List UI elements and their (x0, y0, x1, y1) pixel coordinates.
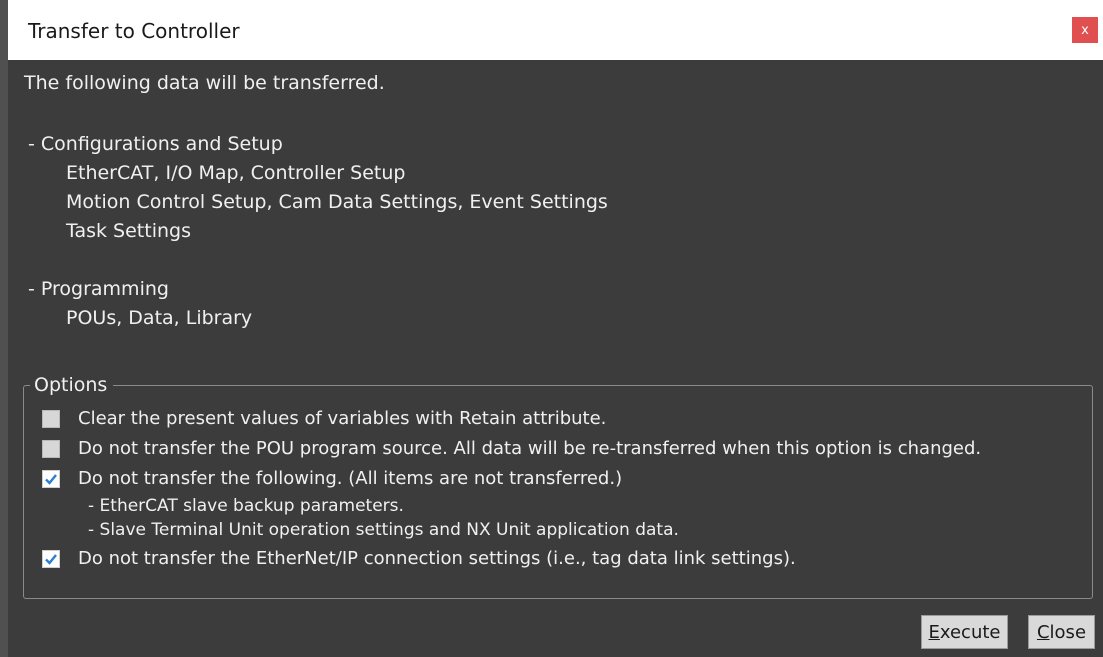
option-no-transfer-following[interactable]: Do not transfer the following. (All item… (42, 468, 622, 489)
option-label: Do not transfer the EtherNet/IP connecti… (78, 548, 796, 569)
checkbox[interactable] (42, 469, 60, 488)
config-item: EtherCAT, I/O Map, Controller Setup (66, 162, 406, 184)
options-group: Options Clear the present values of vari… (23, 374, 1093, 599)
section-heading-programming: - Programming (28, 278, 169, 300)
option-label: Do not transfer the POU program source. … (78, 438, 982, 459)
execute-label: xecute (939, 621, 1001, 643)
window-left-edge (0, 0, 8, 657)
option-no-pou-source[interactable]: Do not transfer the POU program source. … (42, 438, 981, 459)
option-clear-retain[interactable]: Clear the present values of variables wi… (42, 408, 606, 429)
execute-button[interactable]: Execute (921, 615, 1008, 649)
config-item: Task Settings (66, 220, 191, 242)
intro-text: The following data will be transferred. (24, 72, 385, 94)
option-label: Do not transfer the following. (All item… (78, 468, 623, 489)
window-title: Transfer to Controller (28, 19, 240, 43)
option-no-ethernet-ip[interactable]: Do not transfer the EtherNet/IP connecti… (42, 548, 796, 569)
programming-item: POUs, Data, Library (66, 307, 253, 329)
transfer-data-list: - Configurations and Setup EtherCAT, I/O… (28, 130, 608, 333)
option-subitem: - EtherCAT slave backup parameters. (88, 496, 404, 516)
dialog-body: The following data will be transferred. … (8, 60, 1103, 657)
option-label: Clear the present values of variables wi… (78, 408, 607, 429)
checkbox[interactable] (42, 409, 60, 428)
close-icon[interactable]: x (1072, 17, 1098, 43)
checkbox[interactable] (42, 549, 60, 568)
config-item: Motion Control Setup, Cam Data Settings,… (66, 191, 608, 213)
close-label: lose (1049, 621, 1087, 643)
checkbox[interactable] (42, 439, 60, 458)
options-legend: Options (30, 374, 114, 396)
checkmark-icon (45, 473, 57, 485)
close-mnemonic: C (1036, 621, 1050, 643)
execute-mnemonic: E (928, 621, 940, 643)
checkmark-icon (45, 553, 57, 565)
title-bar: Transfer to Controller x (8, 0, 1103, 60)
close-button[interactable]: Close (1028, 615, 1095, 649)
section-heading-config: - Configurations and Setup (28, 133, 283, 155)
option-subitem: - Slave Terminal Unit operation settings… (88, 520, 679, 540)
